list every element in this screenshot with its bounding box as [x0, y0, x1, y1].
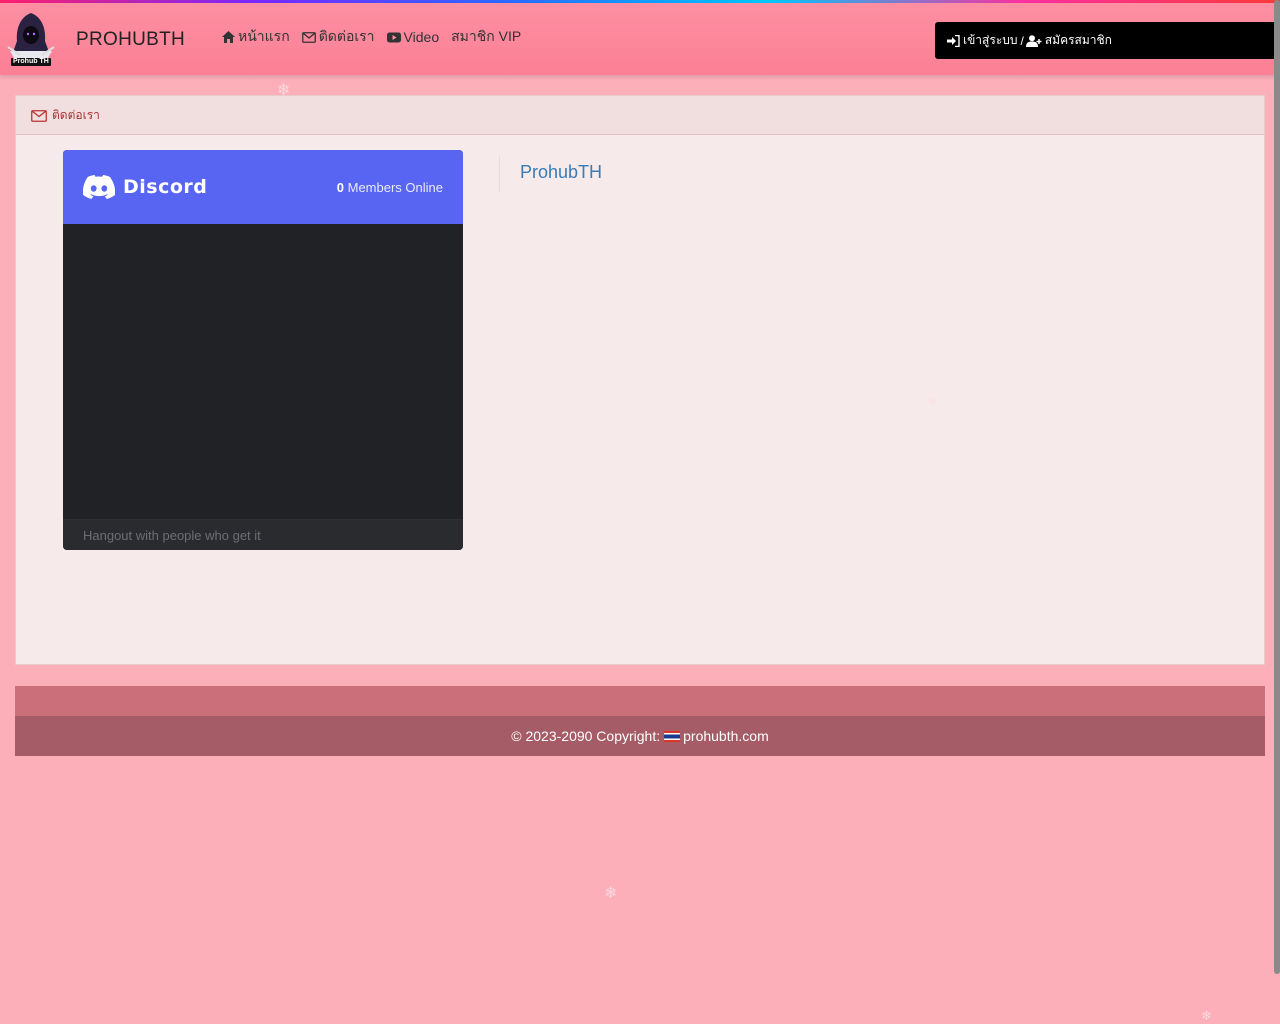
- members-label: Members Online: [347, 179, 443, 195]
- discord-header: Discord 0 Members Online: [63, 150, 463, 224]
- login-register-button[interactable]: เข้าสู่ระบบ / สมัครสมาชิก: [935, 22, 1280, 59]
- snowflake-icon: ❄: [277, 82, 291, 99]
- main-nav: หน้าแรก ติดต่อเรา Video สมาชิก VIP: [222, 25, 533, 49]
- panel-title: ติดต่อเรา: [52, 107, 100, 122]
- discord-logo[interactable]: Discord: [83, 175, 207, 199]
- discord-widget[interactable]: Discord 0 Members Online Hangout with pe…: [63, 150, 463, 550]
- side-divider: [499, 156, 500, 192]
- nav-video-label: Video: [403, 29, 440, 45]
- brand-name[interactable]: PROHUBTH: [76, 29, 185, 51]
- contact-panel: ติดต่อเรา Discord 0 Members Online Hango…: [15, 95, 1265, 665]
- youtube-icon: [386, 32, 401, 42]
- home-icon: [222, 31, 235, 43]
- snowflake-icon: ❄: [604, 885, 618, 902]
- members-online: 0 Members Online: [337, 180, 443, 195]
- discord-brand: Discord: [123, 176, 208, 198]
- prohubth-link[interactable]: ProhubTH: [520, 162, 602, 183]
- envelope-icon: [301, 31, 316, 43]
- nav-contact-label: ติดต่อเรา: [318, 28, 375, 44]
- nav-home[interactable]: หน้าแรก: [222, 26, 290, 48]
- footer-top-band: [15, 686, 1265, 716]
- discord-footer[interactable]: Hangout with people who get it: [63, 519, 463, 550]
- nav-vip[interactable]: สมาชิก VIP: [451, 26, 521, 48]
- members-count: 0: [336, 179, 344, 195]
- nav-video[interactable]: Video: [386, 29, 440, 45]
- login-label: เข้าสู่ระบบ: [963, 33, 1018, 47]
- sign-in-icon: [947, 34, 960, 47]
- panel-header: ติดต่อเรา: [16, 96, 1264, 135]
- nav-vip-label: สมาชิก VIP: [451, 28, 522, 44]
- thai-flag-icon: [664, 730, 681, 742]
- navbar: Prohub TH PROHUBTH หน้าแรก ติดต่อเรา Vid…: [0, 3, 1280, 75]
- copyright-text: © 2023-2090 Copyright:: [511, 728, 661, 744]
- site-logo[interactable]: Prohub TH: [6, 11, 56, 67]
- envelope-icon: [31, 110, 47, 122]
- discord-tagline: Hangout with people who get it: [83, 527, 261, 543]
- snowflake-icon: ❄: [1201, 1008, 1212, 1023]
- nav-contact[interactable]: ติดต่อเรา: [301, 26, 375, 48]
- snowflake-icon: ❄: [927, 394, 938, 409]
- nav-home-label: หน้าแรก: [238, 28, 290, 44]
- site-link[interactable]: prohubth.com: [683, 728, 769, 744]
- register-label: สมัครสมาชิก: [1044, 33, 1112, 47]
- footer-copyright: © 2023-2090 Copyright: prohubth.com: [15, 716, 1265, 756]
- login-separator: /: [1020, 33, 1024, 48]
- scrollbar[interactable]: [1274, 0, 1280, 974]
- discord-icon: [83, 175, 115, 199]
- logo-text: Prohub TH: [13, 58, 49, 65]
- user-plus-icon: [1025, 34, 1042, 47]
